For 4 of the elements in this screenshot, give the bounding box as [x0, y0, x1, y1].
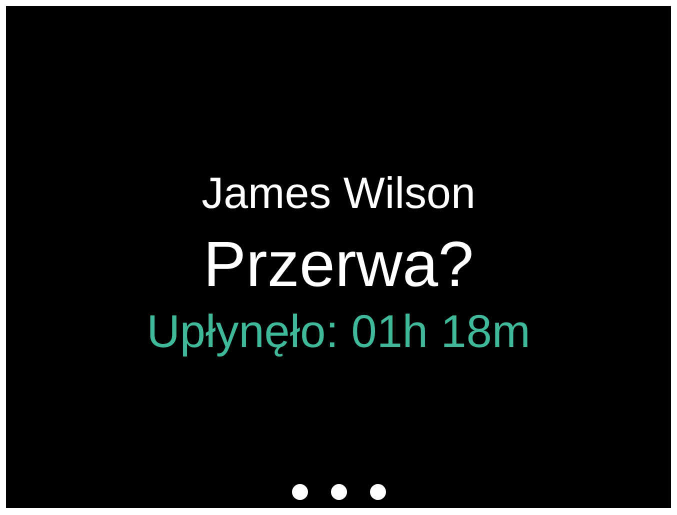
elapsed-time: Upłynęło: 01h 18m	[146, 304, 530, 358]
more-icon[interactable]	[292, 484, 386, 500]
question-text: Przerwa?	[203, 227, 474, 302]
person-name: James Wilson	[202, 168, 476, 220]
